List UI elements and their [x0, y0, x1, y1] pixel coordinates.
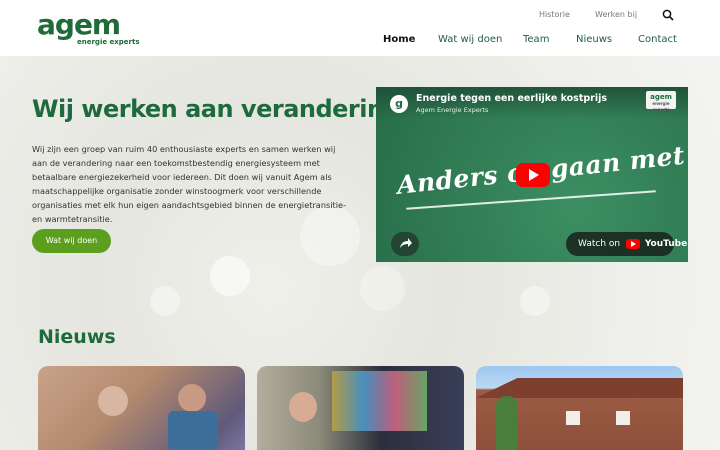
- news-card-image: [332, 371, 427, 431]
- news-card[interactable]: [476, 366, 683, 450]
- channel-avatar[interactable]: g: [390, 95, 408, 113]
- nav-nieuws[interactable]: Nieuws: [576, 34, 612, 45]
- bokeh-light: [210, 256, 250, 296]
- play-button[interactable]: [516, 163, 550, 187]
- news-card-image: [566, 411, 580, 425]
- logo-word: agem: [37, 8, 121, 41]
- youtube-video-embed[interactable]: g Energie tegen een eerlijke kostprijs A…: [376, 87, 688, 262]
- news-card-image: [496, 396, 518, 450]
- youtube-wordmark: YouTube: [644, 239, 688, 249]
- news-card-image: [476, 378, 683, 398]
- hero-title: Wij werken aan verandering: [32, 95, 401, 123]
- news-card-image: [178, 384, 206, 412]
- watch-on-youtube-button[interactable]: Watch on YouTube: [566, 232, 687, 256]
- share-icon: [400, 238, 412, 248]
- agem-logo[interactable]: agem energie experts: [37, 8, 140, 48]
- bokeh-light: [360, 266, 405, 311]
- bokeh-light: [150, 286, 180, 316]
- video-title[interactable]: Energie tegen een eerlijke kostprijs: [416, 93, 607, 104]
- news-card-image: [289, 392, 317, 422]
- play-icon: [529, 169, 539, 181]
- search-icon[interactable]: [662, 9, 674, 21]
- nav-team[interactable]: Team: [523, 34, 549, 45]
- video-corner-logo-tagline: energie experts: [652, 101, 670, 112]
- video-corner-logo-word: agem: [650, 93, 672, 101]
- news-card[interactable]: [257, 366, 464, 450]
- video-channel-name: Agem Energie Experts: [416, 106, 489, 114]
- logo-tagline: energie experts: [77, 38, 140, 46]
- share-button[interactable]: [391, 232, 419, 256]
- video-corner-logo: agem energie experts: [646, 91, 676, 112]
- site-header: agem energie experts Historie Werken bij…: [0, 0, 720, 56]
- news-card[interactable]: [38, 366, 245, 450]
- news-card-image: [98, 386, 128, 416]
- news-card-image: [616, 411, 630, 425]
- wat-wij-doen-button[interactable]: Wat wij doen: [32, 229, 111, 253]
- youtube-logo-icon: [625, 238, 640, 249]
- nav-wat-wij-doen[interactable]: Wat wij doen: [438, 34, 502, 45]
- top-link-historie[interactable]: Historie: [539, 10, 570, 19]
- hero-description: Wij zijn een groep van ruim 40 enthousia…: [32, 144, 347, 224]
- nav-home[interactable]: Home: [383, 34, 415, 45]
- nav-contact[interactable]: Contact: [638, 34, 677, 45]
- news-card-image: [168, 411, 218, 450]
- news-section-title: Nieuws: [38, 326, 116, 348]
- bokeh-light: [520, 286, 550, 316]
- top-link-werken-bij[interactable]: Werken bij: [595, 10, 637, 19]
- watch-on-label: Watch on: [578, 239, 621, 249]
